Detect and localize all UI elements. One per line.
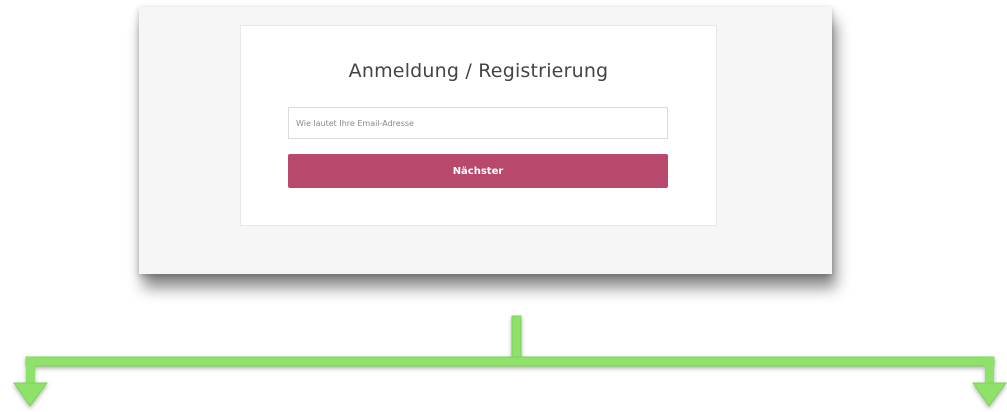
connector-bar <box>25 356 995 367</box>
flow-connector <box>13 315 1007 407</box>
arrow-down-right-icon <box>972 382 1007 407</box>
arrow-down-left-icon <box>13 382 48 407</box>
